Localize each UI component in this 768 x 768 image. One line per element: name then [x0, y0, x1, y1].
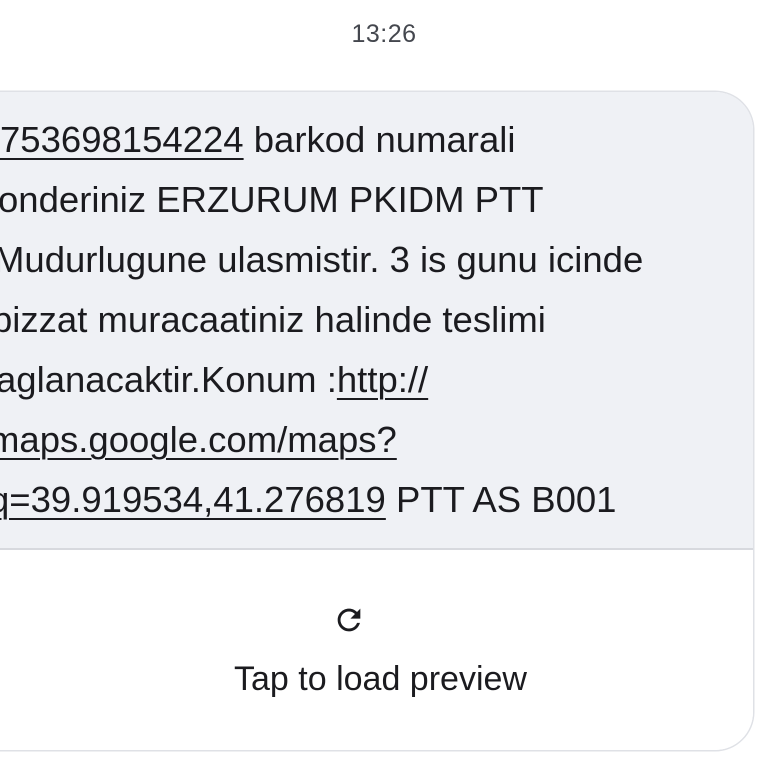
maps-url-link-part-3[interactable]: q=39.919534,41.276819	[0, 479, 386, 520]
message-line-3-text: Mudurlugune ulasmistir. 3 is gunu icinde	[0, 239, 644, 280]
load-preview-label: Tap to load preview	[234, 660, 527, 698]
message-body: 753698154224 barkod numarali onderiniz E…	[0, 110, 730, 530]
message-line-6: maps.google.com/maps?	[0, 410, 730, 470]
message-line-2: onderiniz ERZURUM PKIDM PTT	[0, 170, 730, 230]
message-line-5-text: aglanacaktir.Konum :	[0, 359, 337, 400]
message-line-2-text: onderiniz ERZURUM PKIDM PTT	[0, 179, 544, 220]
message-line-1: 753698154224 barkod numarali	[0, 110, 730, 170]
message-line-1-text: barkod numarali	[243, 119, 516, 160]
message-timestamp: 13:26	[351, 20, 417, 48]
message-line-4: bizzat muracaatiniz halinde teslimi	[0, 290, 730, 350]
message-text-area: 753698154224 barkod numarali onderiniz E…	[0, 92, 753, 548]
maps-url-link-part-1[interactable]: http://	[337, 359, 428, 400]
message-bubble[interactable]: 753698154224 barkod numarali onderiniz E…	[0, 92, 753, 750]
message-line-4-text: bizzat muracaatiniz halinde teslimi	[0, 299, 546, 340]
barcode-number-link[interactable]: 753698154224	[0, 119, 244, 160]
load-preview-button[interactable]: Tap to load preview	[0, 550, 753, 750]
message-line-7: q=39.919534,41.276819 PTT AS B001	[0, 470, 730, 530]
message-line-7-text: PTT AS B001	[385, 479, 617, 520]
messages-screen: 13:26 753698154224 barkod numarali onder…	[0, 0, 768, 768]
refresh-icon	[337, 608, 361, 632]
maps-url-link-part-2[interactable]: maps.google.com/maps?	[0, 419, 397, 460]
message-line-3: Mudurlugune ulasmistir. 3 is gunu icinde	[0, 230, 730, 290]
message-line-5: aglanacaktir.Konum :http://	[0, 350, 730, 410]
